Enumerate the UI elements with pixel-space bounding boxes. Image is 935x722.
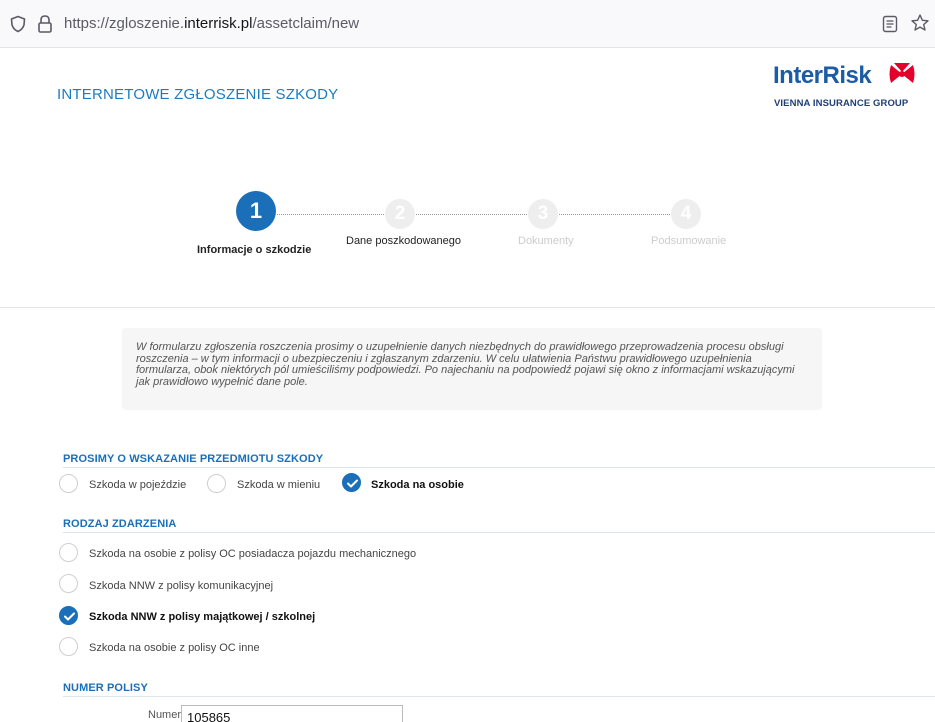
browser-address-bar: https://zgloszenie.interrisk.pl/assetcla… bbox=[0, 0, 935, 48]
event-type-section-title: RODZAJ ZDARZENIA bbox=[63, 518, 177, 530]
section-underline bbox=[63, 696, 935, 697]
radio-personal-injury[interactable] bbox=[342, 473, 361, 492]
option-label[interactable]: Szkoda na osobie bbox=[371, 479, 464, 491]
interrisk-logo[interactable]: InterRisk VIENNA INSURANCE GROUP bbox=[773, 62, 923, 116]
radio-vehicle-damage[interactable] bbox=[59, 474, 78, 493]
step-3-circle[interactable]: 3 bbox=[528, 199, 558, 229]
logo-bow-icon bbox=[889, 63, 915, 83]
section-underline bbox=[63, 467, 935, 468]
radio-event-oc-other[interactable] bbox=[59, 637, 78, 656]
policy-section-title: NUMER POLISY bbox=[63, 682, 148, 694]
bookmark-star-icon[interactable] bbox=[910, 13, 930, 33]
step-connector bbox=[416, 214, 527, 215]
page-title: INTERNETOWE ZGŁOSZENIE SZKODY bbox=[57, 86, 339, 103]
checkmark-icon bbox=[347, 479, 358, 488]
step-connector bbox=[277, 214, 384, 215]
subject-section-title: PROSIMY O WSKAZANIE PRZEDMIOTU SZKODY bbox=[63, 453, 324, 465]
address-bar-divider bbox=[0, 47, 935, 48]
step-2-circle[interactable]: 2 bbox=[385, 199, 415, 229]
radio-property-damage[interactable] bbox=[207, 474, 226, 493]
step-3-label[interactable]: Dokumenty bbox=[518, 235, 574, 247]
info-box: W formularzu zgłoszenia roszczenia prosi… bbox=[122, 328, 822, 410]
reader-view-icon[interactable] bbox=[882, 15, 898, 33]
section-underline bbox=[63, 532, 935, 533]
step-1-circle[interactable]: 1 bbox=[236, 191, 276, 231]
section-divider bbox=[0, 307, 935, 308]
option-label[interactable]: Szkoda w mieniu bbox=[237, 479, 320, 491]
option-label[interactable]: Szkoda na osobie z polisy OC inne bbox=[89, 642, 260, 654]
tracking-protection-shield-icon[interactable] bbox=[9, 15, 27, 33]
option-label[interactable]: Szkoda NNW z polisy majątkowej / szkolne… bbox=[89, 611, 315, 623]
step-connector bbox=[559, 214, 670, 215]
option-label[interactable]: Szkoda NNW z polisy komunikacyjnej bbox=[89, 580, 273, 592]
padlock-icon[interactable] bbox=[37, 14, 53, 34]
logo-name: InterRisk bbox=[773, 62, 872, 89]
radio-event-oc-vehicle[interactable] bbox=[59, 543, 78, 562]
step-4-label[interactable]: Podsumowanie bbox=[651, 235, 726, 247]
option-label[interactable]: Szkoda na osobie z polisy OC posiadacza … bbox=[89, 548, 416, 560]
logo-subtitle: VIENNA INSURANCE GROUP bbox=[774, 98, 909, 109]
option-label[interactable]: Szkoda w pojeździe bbox=[89, 479, 186, 491]
step-2-label[interactable]: Dane poszkodowanego bbox=[346, 235, 461, 247]
radio-event-nnw-vehicle[interactable] bbox=[59, 574, 78, 593]
radio-event-nnw-property[interactable] bbox=[59, 606, 78, 625]
url-text[interactable]: https://zgloszenie.interrisk.pl/assetcla… bbox=[64, 15, 359, 32]
step-1-label[interactable]: Informacje o szkodzie bbox=[197, 244, 311, 256]
policy-number-input[interactable] bbox=[181, 705, 403, 722]
step-4-circle[interactable]: 4 bbox=[671, 199, 701, 229]
checkmark-icon bbox=[64, 612, 75, 621]
